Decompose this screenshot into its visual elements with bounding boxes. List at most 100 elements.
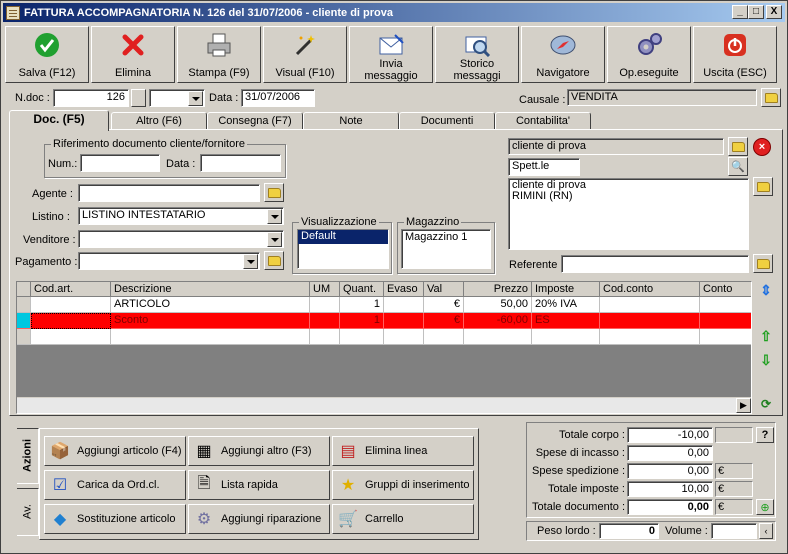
navigator-button[interactable]: Navigatore	[521, 26, 605, 83]
refresh-icon[interactable]: ⟳	[756, 394, 776, 414]
referente-input[interactable]	[561, 255, 749, 273]
peso-value[interactable]: 0	[599, 523, 659, 539]
causale-field[interactable]: VENDITA	[567, 89, 757, 106]
cell-prezzo[interactable]: -60,00	[464, 313, 532, 329]
print-button[interactable]: Stampa (F9)	[177, 26, 261, 83]
cell-evaso[interactable]	[384, 313, 424, 329]
spett-field[interactable]: Spett.le	[508, 158, 580, 176]
cell-conto[interactable]	[700, 313, 751, 329]
volume-value[interactable]	[711, 523, 757, 539]
cell-um[interactable]	[310, 297, 340, 313]
listino-select[interactable]: LISTINO INTESTATARIO	[78, 207, 284, 225]
cell-cod[interactable]	[31, 297, 111, 313]
preview-button[interactable]: Visual (F10)	[263, 26, 347, 83]
table-row[interactable]: Sconto 1 € -60,00 ES	[17, 313, 751, 329]
tab-av[interactable]: Av.	[17, 488, 39, 536]
replace-article-button[interactable]: ◆ Sostituzione articolo	[44, 504, 186, 534]
agente-input[interactable]	[78, 184, 260, 202]
spese-spedizione-value[interactable]: 0,00	[627, 463, 713, 479]
add-repair-button[interactable]: ⚙ Aggiungi riparazione	[188, 504, 330, 534]
cell-imposte[interactable]: 20% IVA	[532, 297, 600, 313]
move-up-icon[interactable]: ⇧	[756, 326, 776, 346]
load-order-button[interactable]: ☑ Carica da Ord.cl.	[44, 470, 186, 500]
col-imposte[interactable]: Imposte	[532, 282, 600, 297]
move-down-icon[interactable]: ⇩	[756, 350, 776, 370]
num-input[interactable]	[80, 154, 160, 172]
cell-cod[interactable]	[31, 313, 111, 329]
col-cod-conto[interactable]: Cod.conto	[600, 282, 700, 297]
send-message-button[interactable]: Invia messaggio	[349, 26, 433, 83]
move-top-icon[interactable]: ⇕	[756, 280, 776, 300]
visualizzazione-selected[interactable]: Default	[298, 230, 388, 244]
cell-evaso[interactable]	[384, 297, 424, 313]
operations-button[interactable]: Op.eseguite	[607, 26, 691, 83]
col-prezzo[interactable]: Prezzo	[464, 282, 532, 297]
message-history-button[interactable]: Storico messaggi	[435, 26, 519, 83]
venditore-select[interactable]	[78, 230, 284, 248]
insert-groups-button[interactable]: ★ Gruppi di inserimento	[332, 470, 474, 500]
scroll-right-button[interactable]: ▶	[736, 398, 751, 413]
magazzino-list[interactable]: Magazzino 1	[401, 229, 491, 269]
exit-button[interactable]: Uscita (ESC)	[693, 26, 777, 83]
delete-line-button[interactable]: ▤ Elimina linea	[332, 436, 474, 466]
col-um[interactable]: UM	[310, 282, 340, 297]
cell-desc[interactable]: ARTICOLO	[111, 297, 310, 313]
tab-doc[interactable]: Doc. (F5)	[9, 110, 109, 131]
ndoc-input[interactable]: 126	[53, 89, 129, 107]
col-cod-art[interactable]: Cod.art.	[31, 282, 111, 297]
minimize-button[interactable]: _	[732, 5, 748, 19]
ndoc-spin-button[interactable]	[131, 89, 146, 107]
tab-consegna[interactable]: Consegna (F7)	[207, 112, 303, 130]
tab-contabilita[interactable]: Contabilita'	[495, 112, 591, 130]
cliente-address[interactable]: cliente di prova RIMINI (RN)	[508, 178, 749, 250]
cliente-folder-button[interactable]	[728, 137, 748, 156]
col-quant[interactable]: Quant.	[340, 282, 384, 297]
cell-um[interactable]	[310, 313, 340, 329]
close-button[interactable]: X	[766, 5, 782, 19]
cart-button[interactable]: 🛒 Carrello	[332, 504, 474, 534]
cell-imposte[interactable]: ES	[532, 313, 600, 329]
cell-conto[interactable]	[700, 297, 751, 313]
col-val[interactable]: Val	[424, 282, 464, 297]
spese-incasso-value[interactable]: 0,00	[627, 445, 713, 461]
add-other-button[interactable]: ▦ Aggiungi altro (F3)	[188, 436, 330, 466]
tab-azioni[interactable]: Azioni	[17, 428, 39, 484]
cell-prezzo[interactable]: 50,00	[464, 297, 532, 313]
horizontal-scrollbar[interactable]: ▶	[17, 397, 751, 413]
help-button[interactable]: ?	[756, 427, 774, 443]
address-folder-button[interactable]	[753, 177, 773, 196]
ndoc-series-select[interactable]	[149, 89, 205, 107]
delete-button[interactable]: Elimina	[91, 26, 175, 83]
cliente-name-field[interactable]: cliente di prova	[508, 138, 724, 155]
pagamento-folder-button[interactable]	[264, 251, 284, 270]
rif-date-input[interactable]	[200, 154, 281, 172]
cell-quant[interactable]: 1	[340, 313, 384, 329]
referente-folder-button[interactable]	[753, 254, 773, 273]
cell-desc[interactable]: Sconto	[111, 313, 310, 329]
clear-cliente-icon[interactable]: ×	[753, 138, 771, 156]
add-article-button[interactable]: 📦 Aggiungi articolo (F4)	[44, 436, 186, 466]
pagamento-select[interactable]	[78, 252, 260, 270]
col-conto[interactable]: Conto	[700, 282, 751, 297]
col-descrizione[interactable]: Descrizione	[111, 282, 310, 297]
date-input[interactable]: 31/07/2006	[241, 89, 315, 107]
tab-altro[interactable]: Altro (F6)	[111, 112, 207, 130]
table-row[interactable]: ARTICOLO 1 € 50,00 20% IVA	[17, 297, 751, 313]
items-grid[interactable]: Cod.art. Descrizione UM Quant. Evaso Val…	[16, 281, 752, 414]
agente-folder-button[interactable]	[264, 183, 284, 202]
save-button[interactable]: Salva (F12)	[5, 26, 89, 83]
quick-list-button[interactable]: 🗎 Lista rapida	[188, 470, 330, 500]
col-evaso[interactable]: Evaso	[384, 282, 424, 297]
cell-quant[interactable]: 1	[340, 297, 384, 313]
maximize-button[interactable]: □	[748, 5, 764, 19]
cell-val[interactable]: €	[424, 313, 464, 329]
tab-documenti[interactable]: Documenti	[399, 112, 495, 130]
zoom-icon[interactable]: ⊕	[756, 499, 774, 515]
causale-folder-button[interactable]	[761, 88, 781, 107]
cell-val[interactable]: €	[424, 297, 464, 313]
tab-note[interactable]: Note	[303, 112, 399, 130]
cell-codconto[interactable]	[600, 297, 700, 313]
visualizzazione-list[interactable]: Default	[297, 229, 389, 269]
table-row-empty[interactable]	[17, 329, 751, 345]
volume-expand-button[interactable]: ‹	[759, 523, 773, 539]
